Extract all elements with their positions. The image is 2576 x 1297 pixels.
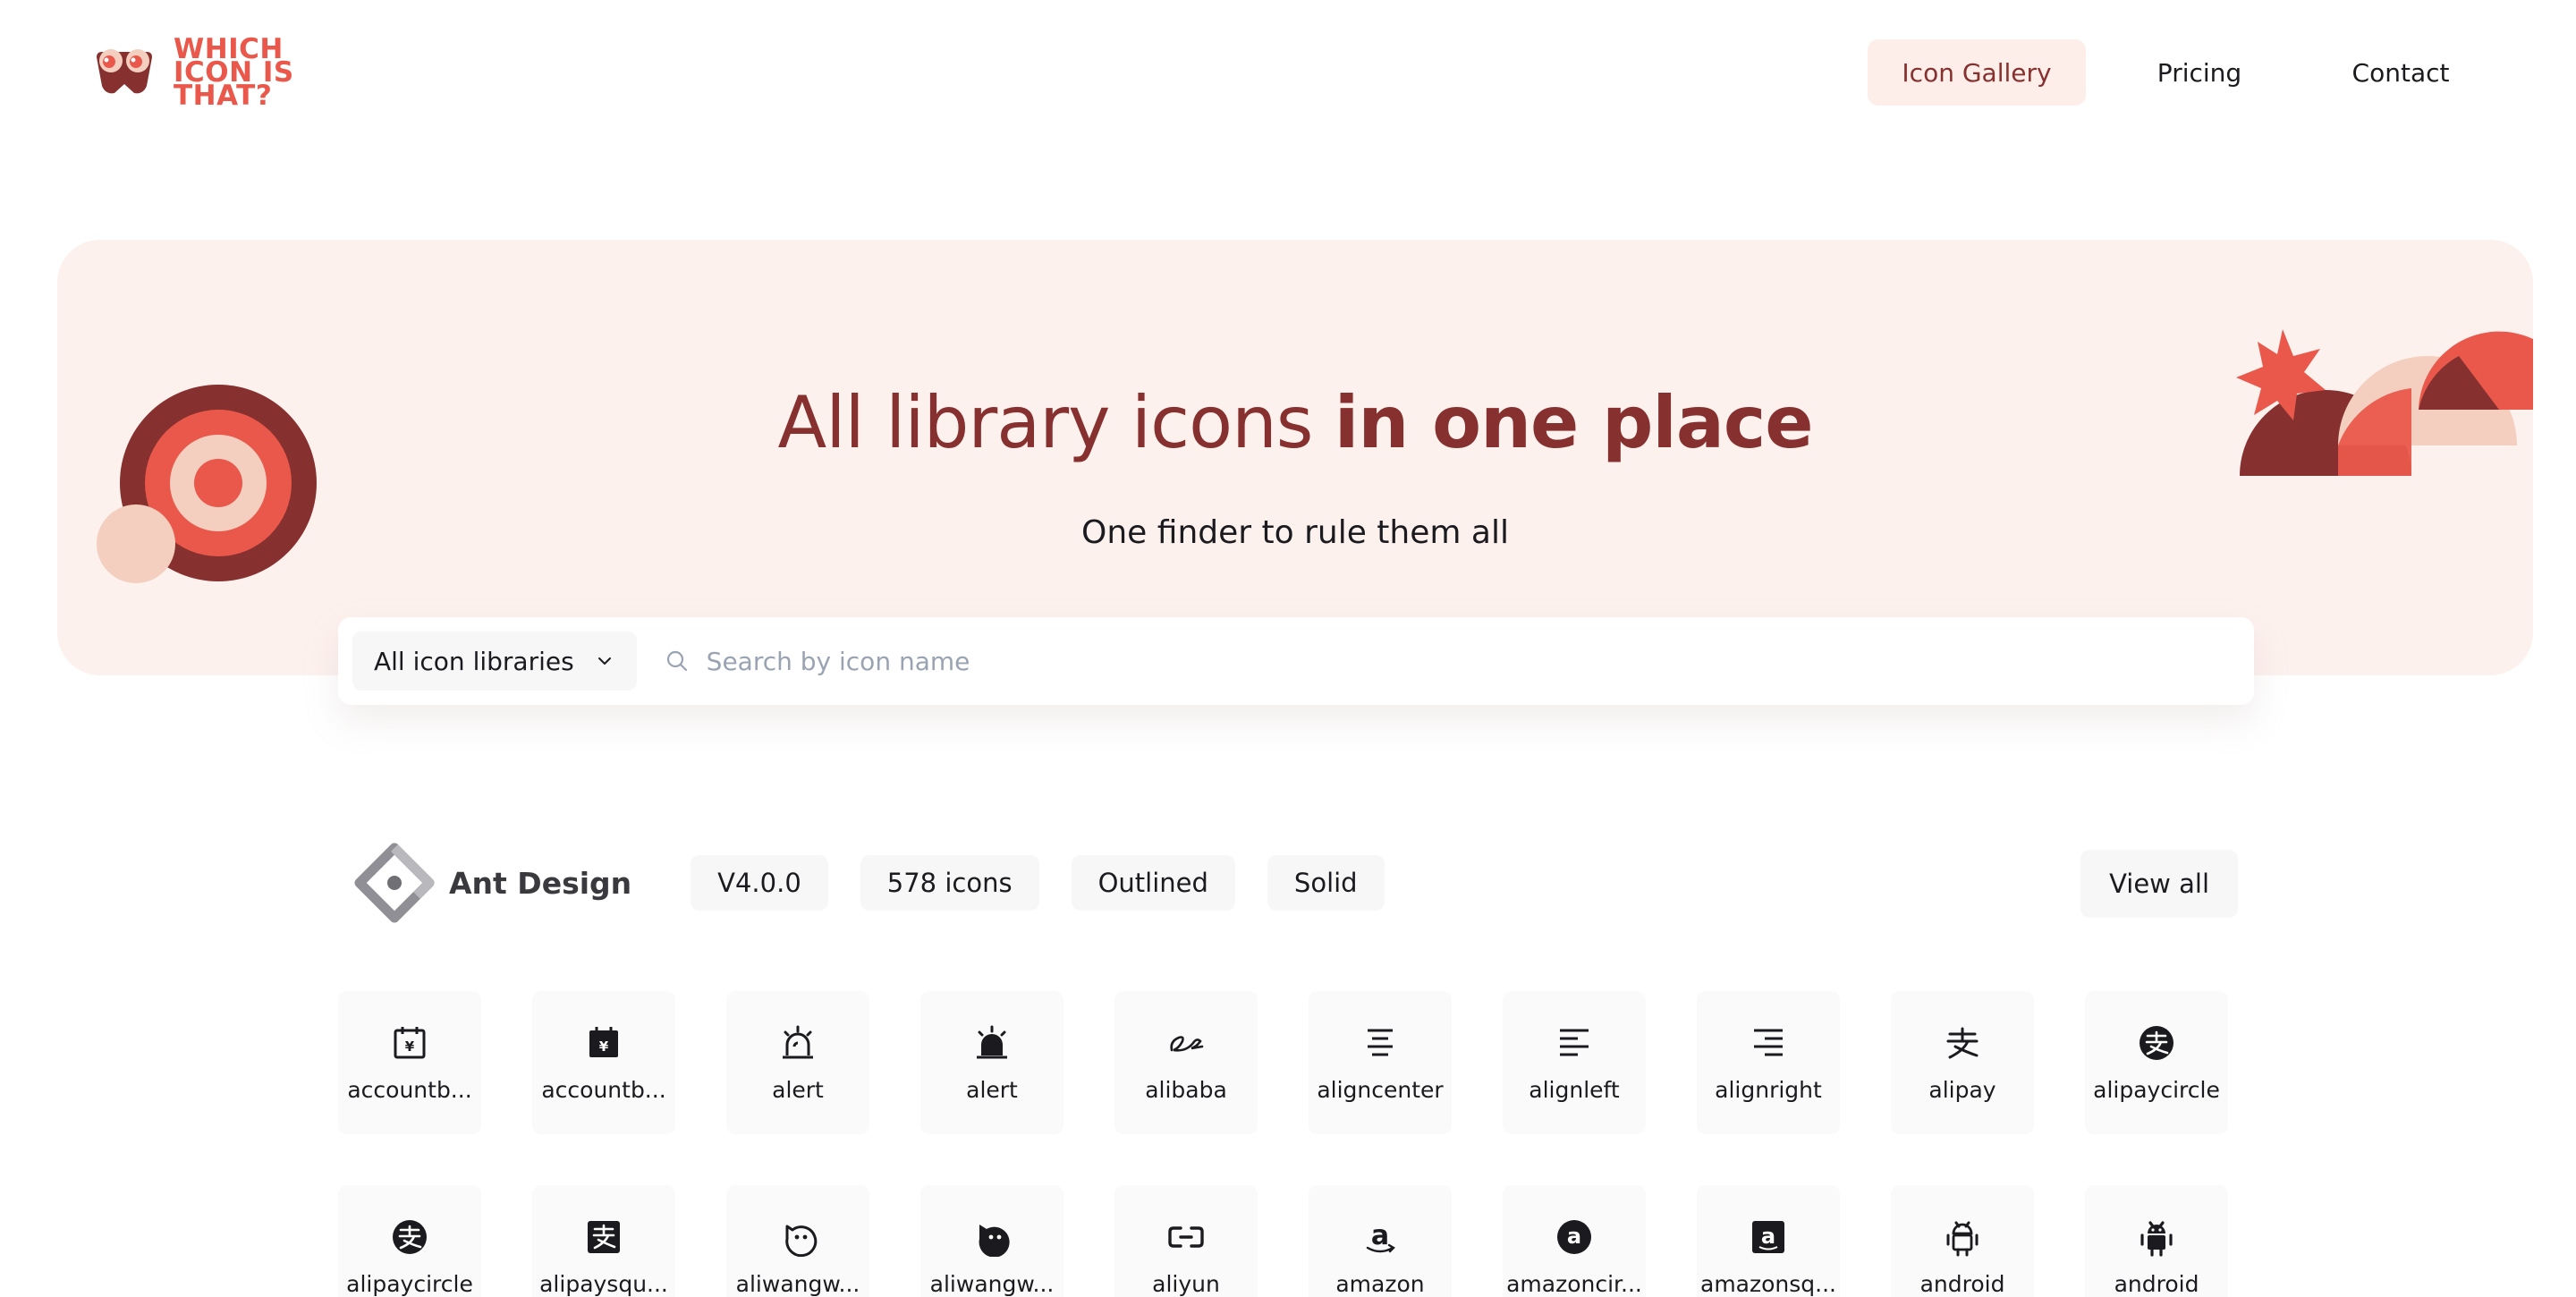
chevron-down-icon <box>597 657 611 665</box>
icon-tile[interactable]: alignright <box>1697 991 1840 1134</box>
ant-design-logo-icon <box>354 843 435 923</box>
icon-label: alipaycircle <box>346 1271 473 1297</box>
alipay-circle-filled-icon <box>393 1220 427 1254</box>
android-filled-icon <box>2140 1221 2173 1257</box>
icon-label: aligncenter <box>1317 1077 1444 1103</box>
svg-text:a: a <box>1567 1224 1581 1249</box>
icon-tile[interactable]: ¥ accountb... <box>532 991 675 1134</box>
align-left-icon <box>1560 1029 1589 1056</box>
icon-tile[interactable]: alipaysqu... <box>532 1185 675 1297</box>
icon-label: android <box>2114 1271 2199 1297</box>
icon-tile[interactable]: alignleft <box>1503 991 1646 1134</box>
icon-label: aliwangw... <box>735 1271 860 1297</box>
icon-label: amazoncir... <box>1506 1271 1642 1297</box>
icon-tile[interactable]: a amazon <box>1309 1185 1452 1297</box>
library-select[interactable]: All icon libraries <box>352 632 637 691</box>
nav-contact[interactable]: Contact <box>2306 39 2496 106</box>
nav-pricing[interactable]: Pricing <box>2116 39 2283 106</box>
account-book-filled-icon: ¥ <box>589 1027 618 1057</box>
aliwangwang-filled-icon <box>979 1225 1010 1257</box>
icon-label: alert <box>772 1077 824 1103</box>
alert-filled-icon <box>977 1025 1007 1059</box>
aliwangwang-outlined-icon <box>785 1225 818 1257</box>
icon-label: aliwangw... <box>929 1271 1055 1297</box>
library-meta: V4.0.0 578 icons Outlined Solid <box>691 855 1416 911</box>
icon-label: aliyun <box>1152 1271 1220 1297</box>
icon-label: accountb... <box>541 1077 666 1103</box>
search-bar: All icon libraries <box>338 617 2254 705</box>
alibaba-icon <box>1170 1036 1204 1052</box>
amazon-circle-icon: a <box>1557 1220 1591 1254</box>
binoculars-logo-icon <box>97 49 152 94</box>
icon-label: alibaba <box>1145 1077 1227 1103</box>
view-all-button[interactable]: View all <box>2080 850 2238 918</box>
svg-text:a: a <box>1371 1220 1389 1251</box>
semicircles-decoration-icon <box>2236 329 2533 476</box>
icon-label: alignright <box>1715 1077 1822 1103</box>
icon-tile[interactable]: a amazoncir... <box>1503 1185 1646 1297</box>
icon-label: alipaysqu... <box>539 1271 668 1297</box>
icon-tile[interactable]: android <box>1891 1185 2034 1297</box>
style-outlined-button[interactable]: Outlined <box>1071 855 1235 911</box>
icon-tile[interactable]: alipay <box>1891 991 2034 1134</box>
style-solid-button[interactable]: Solid <box>1267 855 1385 911</box>
amazon-icon: a <box>1366 1220 1395 1253</box>
icon-tile[interactable]: aliyun <box>1114 1185 1258 1297</box>
search-icon <box>666 650 687 672</box>
version-badge: V4.0.0 <box>691 855 828 911</box>
align-right-icon <box>1754 1029 1783 1056</box>
alipay-circle-icon <box>2140 1026 2174 1060</box>
amazon-square-icon: a <box>1752 1221 1784 1253</box>
icon-label: amazonsq... <box>1700 1271 1836 1297</box>
library-select-value: All icon libraries <box>374 646 574 676</box>
alert-outlined-icon <box>783 1025 813 1059</box>
icon-tile[interactable]: aliwangw... <box>726 1185 869 1297</box>
icon-tile[interactable]: alipaycircle <box>338 1185 481 1297</box>
svg-text:¥: ¥ <box>599 1038 609 1055</box>
library-header: Ant Design V4.0.0 578 icons Outlined Sol… <box>354 843 2238 923</box>
aliyun-icon <box>1168 1226 1204 1248</box>
hero-banner: All library icons in one place One finde… <box>57 240 2533 675</box>
icon-label: android <box>1919 1271 2005 1297</box>
icon-tile[interactable]: alert <box>726 991 869 1134</box>
icon-tile[interactable]: a amazonsq... <box>1697 1185 1840 1297</box>
icon-label: alert <box>966 1077 1018 1103</box>
icon-tile[interactable]: alipaycircle <box>2085 991 2228 1134</box>
main-nav: Icon Gallery Pricing Contact <box>1868 39 2576 106</box>
align-center-icon <box>1368 1029 1393 1056</box>
icon-label: alignleft <box>1529 1077 1620 1103</box>
alipay-icon <box>1946 1027 1979 1059</box>
icon-tile[interactable]: android <box>2085 1185 2228 1297</box>
search-input[interactable] <box>706 634 2254 688</box>
account-book-outlined-icon: ¥ <box>394 1027 426 1059</box>
library-name: Ant Design <box>449 865 632 901</box>
icon-tile[interactable]: alibaba <box>1114 991 1258 1134</box>
svg-text:¥: ¥ <box>405 1038 415 1055</box>
icon-label: alipaycircle <box>2093 1077 2220 1103</box>
icon-tile[interactable]: aliwangw... <box>920 1185 1063 1297</box>
logo-wordmark: WHICH ICON IS THAT? <box>174 33 294 112</box>
icon-label: accountb... <box>347 1077 472 1103</box>
site-logo[interactable]: WHICH ICON IS THAT? <box>95 34 354 111</box>
hero-title: All library icons in one place <box>777 381 1814 464</box>
hero-subtitle: One finder to rule them all <box>1081 514 1509 551</box>
alipay-square-icon <box>588 1221 620 1253</box>
icon-tile[interactable]: aligncenter <box>1309 991 1452 1134</box>
icon-tile[interactable]: alert <box>920 991 1063 1134</box>
icon-grid: ¥ accountb... ¥ accountb... alert alert … <box>338 991 2238 1297</box>
icon-tile[interactable]: ¥ accountb... <box>338 991 481 1134</box>
svg-text:a: a <box>1761 1224 1775 1249</box>
nav-icon-gallery[interactable]: Icon Gallery <box>1868 39 2086 106</box>
icon-count-badge: 578 icons <box>860 855 1039 911</box>
android-outlined-icon <box>1946 1221 1979 1257</box>
icon-label: amazon <box>1335 1271 1425 1297</box>
icon-label: alipay <box>1928 1077 1996 1103</box>
